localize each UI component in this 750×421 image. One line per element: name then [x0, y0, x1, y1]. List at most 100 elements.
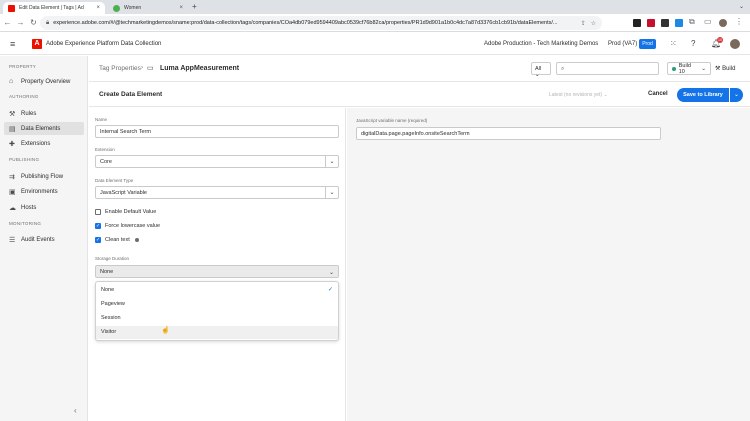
property-name: Luma AppMeasurement [160, 65, 240, 72]
adobe-favicon-icon [8, 4, 15, 12]
extensions-icon: ✚ [9, 140, 15, 148]
environments-icon: ▣ [9, 188, 16, 196]
menu-option-pageview[interactable]: Pageview [96, 298, 338, 311]
info-icon[interactable] [134, 238, 139, 242]
build-label: Build 10 [678, 62, 691, 75]
search-input[interactable]: ⌕ [556, 62, 659, 75]
sidebar-section-authoring: AUTHORING [9, 94, 39, 99]
environment-label[interactable]: Prod (VA7) [608, 41, 637, 47]
build-button-label: Build [722, 66, 736, 72]
sidebar-item-environments[interactable]: ▣ Environments [4, 185, 84, 198]
sidebar-item-rules[interactable]: ⚒ Rules [4, 107, 84, 120]
sidebar-item-publishing-flow[interactable]: ⇉ Publishing Flow [4, 170, 84, 183]
extension-label: Extension [95, 147, 115, 152]
data-element-type-select[interactable]: JavaScript Variable ⌄ [95, 186, 339, 199]
user-avatar[interactable] [730, 39, 740, 49]
cancel-button[interactable]: Cancel [648, 91, 668, 97]
page-title: Create Data Element [99, 91, 163, 98]
browser-tab-inactive[interactable]: Women × [108, 2, 188, 14]
tab-search-icon[interactable]: ⌄ [739, 3, 744, 10]
variable-name-field[interactable]: digitalData.page.pageInfo.onsiteSearchTe… [356, 127, 661, 140]
data-element-form: Name Internal Search Term Extension Core… [89, 108, 346, 421]
close-tab-icon[interactable]: × [179, 5, 183, 11]
extension-icon[interactable] [647, 19, 655, 27]
menu-option-visitor[interactable]: Visitor [96, 326, 338, 339]
checkbox-box[interactable] [95, 209, 101, 215]
extension-icon[interactable] [675, 19, 683, 27]
data-elements-icon: ▤ [9, 125, 16, 133]
browser-tab-active[interactable]: Edit Data Element | Tags | Ad × [3, 2, 105, 14]
name-field[interactable]: Internal Search Term [95, 125, 339, 138]
type-label: Data Element Type [95, 178, 134, 183]
extension-icon[interactable] [661, 19, 669, 27]
tab-title: Edit Data Element | Tags | Ad [19, 5, 84, 11]
chevron-down-icon: ⌄ [328, 270, 334, 276]
profile-avatar[interactable] [719, 19, 727, 27]
build-button[interactable]: ⚒ Build [715, 62, 735, 72]
chevron-down-icon: ⌄ [535, 72, 540, 78]
forward-button[interactable]: → [15, 18, 26, 27]
chevron-down-icon[interactable]: ⌄ [325, 187, 338, 198]
notification-count-badge: 10 [717, 37, 723, 43]
storage-duration-select[interactable]: None ⌄ [95, 265, 339, 278]
extension-select[interactable]: Core ⌄ [95, 155, 339, 168]
option-label: Session [101, 315, 121, 321]
rules-icon: ⚒ [9, 110, 16, 118]
storage-duration-menu: None ✓ Pageview Session Visitor [95, 281, 339, 341]
sidebar-item-label: Extensions [21, 140, 51, 147]
help-icon[interactable]: ? [691, 39, 695, 48]
bookmark-star-icon[interactable]: ☆ [591, 20, 596, 27]
sidebar-item-label: Rules [21, 110, 37, 117]
sidebar-item-label: Hosts [21, 204, 37, 211]
clean-text-checkbox[interactable]: ✓ Clean text [95, 237, 139, 243]
collapse-sidebar-icon[interactable]: ‹ [74, 406, 77, 415]
sidebar-item-label: Audit Events [21, 236, 55, 243]
library-select[interactable]: Latest (no revisions yet) ⌄ [549, 92, 608, 98]
clean-text-label: Clean text [105, 237, 130, 243]
sidebar-item-label: Property Overview [21, 78, 71, 85]
tab-title: Women [124, 5, 142, 11]
org-switcher[interactable]: Adobe Production - Tech Marketing Demos [484, 41, 598, 47]
reload-button[interactable]: ↻ [28, 18, 39, 27]
close-tab-icon[interactable]: × [96, 5, 100, 11]
extension-icon[interactable] [633, 19, 641, 27]
sidebar-item-extensions[interactable]: ✚ Extensions [4, 137, 84, 150]
browser-menu-icon[interactable]: ⋮ [735, 17, 743, 26]
checkbox-checked-icon[interactable]: ✓ [95, 223, 101, 229]
browser-tab-strip: Edit Data Element | Tags | Ad × Women × … [0, 0, 750, 14]
hamburger-menu-icon[interactable]: ≡ [10, 39, 15, 49]
apps-grid-icon[interactable]: ⁙ [670, 39, 677, 48]
enable-default-checkbox[interactable]: Enable Default Value [95, 209, 156, 215]
sidebar-item-audit-events[interactable]: ☰ Audit Events [4, 233, 84, 246]
sidebar-item-data-elements[interactable]: ▤ Data Elements [4, 122, 84, 135]
name-label: Name [95, 117, 108, 122]
search-icon: ⌕ [561, 66, 565, 72]
sidebar-item-hosts[interactable]: ☁ Hosts [4, 201, 84, 214]
library-select-value: Latest (no revisions yet) [549, 92, 603, 98]
url-text: experience.adobe.com/#/@techmarketingdem… [53, 20, 558, 26]
save-to-library-button[interactable]: Save to Library [677, 88, 729, 102]
property-filter-select[interactable]: All ⌄ [531, 62, 551, 78]
menu-option-session[interactable]: Session [96, 312, 338, 325]
new-tab-button[interactable]: + [192, 2, 197, 11]
side-panel-icon[interactable]: ▭ [704, 17, 712, 26]
editor-header: Create Data Element Latest (no revisions… [89, 83, 750, 107]
build-status[interactable]: Build 10 ⌄ [667, 62, 711, 75]
menu-option-none[interactable]: None ✓ [96, 284, 338, 297]
share-icon[interactable]: ⇪ [581, 20, 586, 27]
back-button[interactable]: ← [2, 18, 13, 27]
chevron-down-icon: ⌄ [701, 65, 706, 72]
checkbox-checked-icon[interactable]: ✓ [95, 237, 101, 243]
chevron-down-icon[interactable]: ⌄ [325, 156, 338, 167]
variable-name-label: JavaScript variable name (required) [356, 118, 428, 123]
force-lowercase-label: Force lowercase value [105, 223, 161, 229]
extensions-puzzle-icon[interactable]: ⧉ [689, 17, 695, 27]
extension-settings-panel: JavaScript variable name (required) digi… [347, 108, 750, 421]
address-bar[interactable]: 🔒︎ experience.adobe.com/#/@techmarketing… [40, 16, 602, 30]
option-label: Pageview [101, 301, 125, 307]
sidebar-item-property-overview[interactable]: ⌂ Property Overview [4, 75, 84, 88]
publishing-flow-icon: ⇉ [9, 173, 15, 181]
save-options-chevron-icon[interactable]: ⌄ [730, 88, 743, 102]
force-lowercase-checkbox[interactable]: ✓ Force lowercase value [95, 223, 160, 229]
breadcrumb-tag-properties[interactable]: Tag Properties [99, 65, 141, 72]
